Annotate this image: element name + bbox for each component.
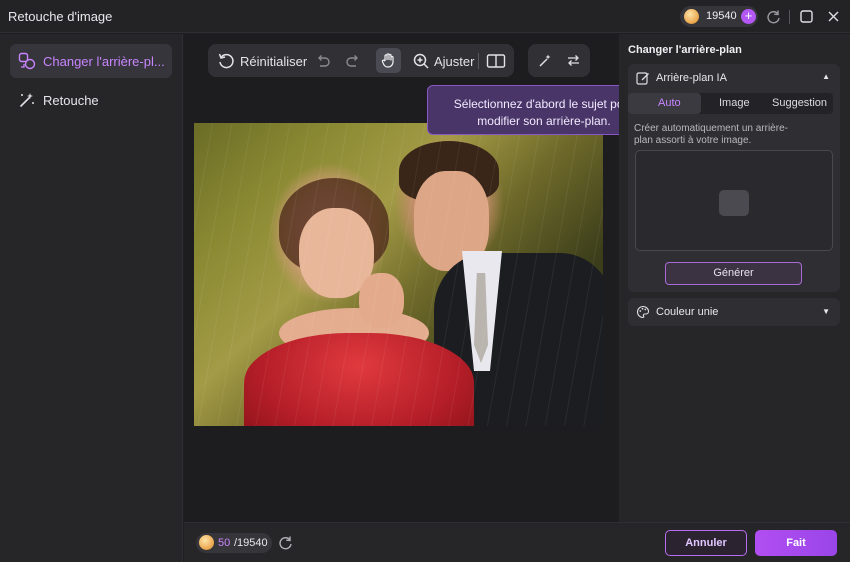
coin-icon	[199, 535, 214, 550]
panel-title: Changer l'arrière-plan	[628, 44, 742, 56]
credits-count: 19540	[706, 10, 737, 22]
mode-tabs: Auto Image Suggestion	[628, 93, 833, 114]
sidebar-item-change-background[interactable]: Changer l'arrière-pl...	[10, 44, 172, 78]
sidebar-item-retouch[interactable]: Retouche	[10, 83, 172, 117]
zoom-in-icon[interactable]	[412, 52, 430, 70]
refresh-icon[interactable]	[277, 534, 294, 551]
palette-icon	[637, 305, 650, 319]
cancel-button[interactable]: Annuler	[665, 530, 747, 556]
fit-button[interactable]: Ajuster	[434, 54, 474, 69]
pan-tool-button[interactable]	[376, 48, 401, 73]
description-line: Créer automatiquement un arrière-	[634, 123, 788, 134]
collapse-caret-icon[interactable]: ▲	[822, 72, 830, 81]
credits-used: 50	[218, 537, 231, 549]
coin-icon	[684, 9, 699, 24]
description-line: plan assorti à votre image.	[634, 135, 752, 146]
done-button[interactable]: Fait	[755, 530, 837, 556]
solid-color-section[interactable]: Couleur unie ▼	[628, 298, 840, 326]
change-background-icon	[18, 52, 36, 70]
tab-image[interactable]: Image	[719, 97, 750, 109]
generated-background-preview	[635, 150, 833, 251]
swap-icon[interactable]	[565, 52, 582, 69]
sidebar-item-label: Changer l'arrière-pl...	[43, 54, 165, 69]
title-bar: Retouche d'image 19540 +	[0, 0, 850, 33]
edit-toolbar: Réinitialiser Ajuster	[208, 44, 514, 77]
ai-background-section: Arrière-plan IA ▲ Auto Image Suggestion …	[628, 64, 840, 292]
generate-button[interactable]: Générer	[665, 262, 802, 285]
tab-suggestion[interactable]: Suggestion	[772, 97, 827, 109]
selection-toolbar	[528, 44, 590, 77]
add-credits-button[interactable]: +	[741, 9, 756, 24]
credit-usage-pill: 50 /19540	[196, 533, 272, 553]
hand-icon	[381, 53, 394, 68]
magic-select-icon[interactable]	[537, 52, 554, 69]
left-sidebar: Changer l'arrière-pl... Retouche	[0, 34, 183, 562]
maximize-icon[interactable]	[798, 8, 815, 25]
window-title: Retouche d'image	[8, 9, 113, 24]
photo-detail	[194, 123, 603, 426]
tab-auto[interactable]: Auto	[658, 97, 681, 109]
section-description: Créer automatiquement un arrière- plan a…	[634, 123, 824, 147]
title-divider	[789, 10, 790, 24]
section-title[interactable]: Arrière-plan IA	[656, 72, 727, 84]
undo-icon[interactable]	[314, 52, 332, 70]
section-title: Couleur unie	[656, 306, 719, 318]
close-icon[interactable]	[825, 8, 842, 25]
edited-photo[interactable]	[194, 123, 603, 426]
refresh-icon[interactable]	[765, 8, 782, 25]
reset-icon[interactable]	[217, 52, 235, 70]
edit-image-icon	[636, 72, 649, 85]
bottom-bar: 50 /19540 Annuler Fait	[184, 522, 850, 562]
expand-caret-icon[interactable]: ▼	[822, 307, 830, 316]
sidebar-item-label: Retouche	[43, 93, 99, 108]
reset-button[interactable]: Réinitialiser	[240, 54, 307, 69]
toolbar-divider	[478, 53, 479, 69]
credits-total: /19540	[234, 537, 268, 549]
redo-icon[interactable]	[344, 52, 362, 70]
compare-icon[interactable]	[486, 52, 506, 70]
magic-wand-icon	[19, 93, 34, 108]
image-placeholder-icon	[719, 190, 749, 216]
right-panel: Changer l'arrière-plan Arrière-plan IA ▲…	[619, 34, 850, 522]
